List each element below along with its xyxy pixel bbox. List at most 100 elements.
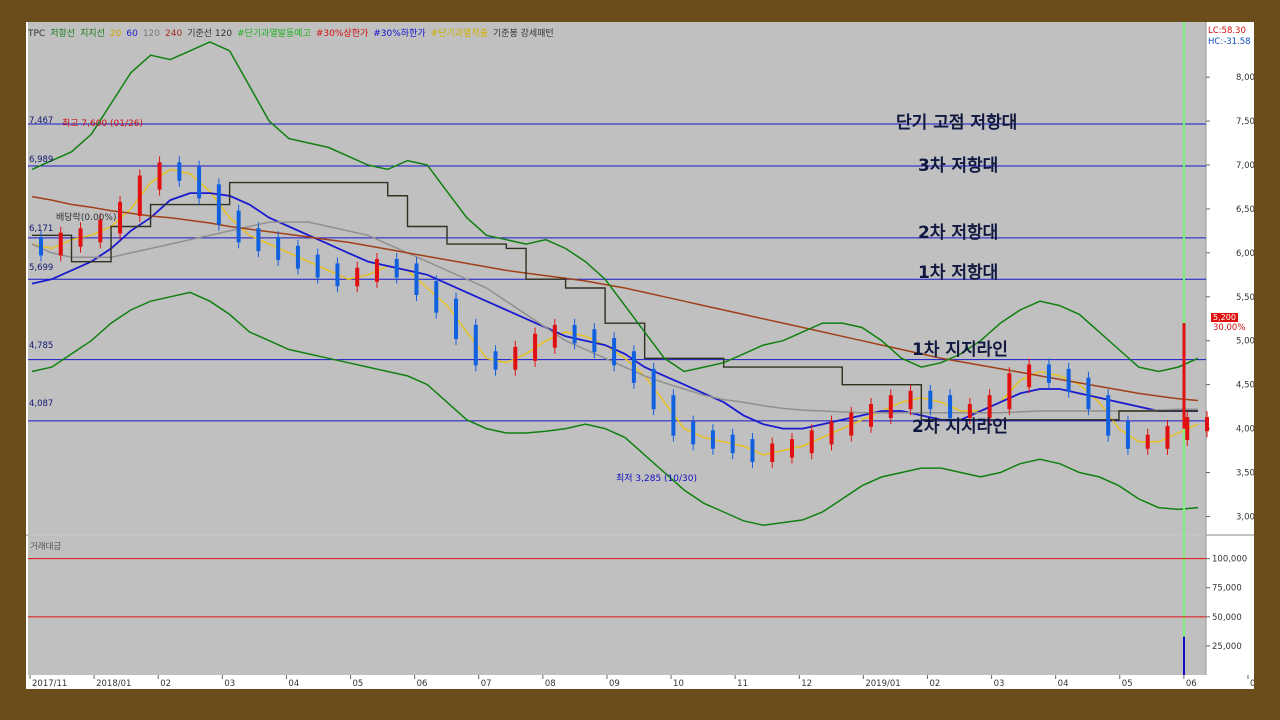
legend-item-6[interactable]: 240	[165, 29, 182, 39]
candle-body	[1027, 364, 1032, 388]
x-tick-label: 2019/01	[865, 679, 900, 689]
y-tick-label: 8,000	[1236, 73, 1254, 83]
candle-body	[691, 421, 696, 445]
x-tick-label: 05	[1122, 679, 1133, 689]
level-label-3: 6,171	[29, 224, 54, 234]
candle-body	[908, 390, 913, 410]
x-tick-label: 03	[224, 679, 235, 689]
y-tick-label: 5,000	[1236, 337, 1254, 347]
candle-body	[1007, 373, 1012, 410]
candle-body	[414, 263, 419, 296]
candle-body	[671, 395, 676, 436]
candle-body	[730, 434, 735, 454]
candle-body	[552, 324, 557, 348]
candle-body	[236, 210, 241, 243]
support-2-label: 2차 지지라인	[912, 417, 1008, 437]
candle-body	[592, 329, 597, 353]
legend-bar: TPC 저항선 지지선 20 60 120 240 기준선 120 #단기과열발동예고 #30%상…	[28, 26, 559, 40]
chart-frame: 8,000 7,500 7,000 6,500 6,000 5,500 5,000 4,500…	[26, 22, 1254, 689]
level-label-4: 5,699	[29, 263, 54, 273]
candle-body	[770, 443, 775, 462]
candle-body	[1165, 425, 1170, 449]
candle-body	[157, 162, 162, 190]
candle-body	[849, 412, 854, 436]
resistance-3-label: 3차 저항대	[918, 156, 999, 176]
legend-item-3[interactable]: 20	[110, 29, 121, 39]
legend-item-7[interactable]: 기준선 120	[187, 29, 232, 39]
high-note: 최고 7,600 (01/26)	[62, 119, 144, 129]
legend-item-9[interactable]: #30%상한가	[316, 29, 368, 39]
candle-body	[809, 430, 814, 454]
legend-item-8[interactable]: #단기과열발동예고	[237, 29, 311, 39]
candle-body	[276, 237, 281, 260]
volume-tick-label: 100,000	[1212, 555, 1247, 565]
x-tick-label: 11	[737, 679, 748, 689]
level-label-2: 6,989	[29, 155, 54, 165]
candle-body	[197, 166, 202, 199]
legend-item-2[interactable]: 지지선	[80, 29, 105, 39]
x-tick-label: 09	[609, 679, 620, 689]
candle-body	[394, 259, 399, 278]
candle-body	[869, 403, 874, 427]
candle-body	[572, 324, 577, 344]
candle-body	[1106, 395, 1111, 436]
y-tick-label: 6,000	[1236, 249, 1254, 259]
candle-body	[1205, 417, 1209, 432]
short-term-resistance-label: 단기 고점 저항대	[896, 113, 1018, 133]
candle-body	[493, 351, 498, 370]
level-label-1: 7,467	[29, 116, 54, 126]
x-tick-label: 2017/11	[32, 679, 67, 689]
y-tick-label: 5,500	[1236, 293, 1254, 303]
candle-body	[137, 175, 142, 216]
y-tick-label: 4,000	[1236, 425, 1254, 435]
x-tick-label: 06	[1186, 679, 1197, 689]
x-tick-label: 06/20	[1250, 679, 1254, 689]
support-1-label: 1차 지지라인	[912, 340, 1008, 360]
candle-body	[750, 439, 755, 462]
x-tick-label: 2018/01	[96, 679, 131, 689]
resistance-2-label: 2차 저항대	[918, 223, 999, 243]
y-tick-label: 3,000	[1236, 512, 1254, 522]
price-panel-bg	[28, 22, 1206, 534]
legend-item-11[interactable]: #단기과열적출	[431, 29, 488, 39]
legend-item-0[interactable]: TPC	[28, 29, 45, 39]
x-tick-label: 04	[1058, 679, 1069, 689]
volume-bar-current	[1183, 636, 1185, 675]
legend-item-1[interactable]: 저항선	[50, 29, 75, 39]
candle-body	[829, 421, 834, 445]
candle-body	[216, 184, 221, 225]
x-tick-label: 12	[801, 679, 812, 689]
candle-body	[651, 368, 656, 410]
candle-body	[513, 346, 518, 370]
legend-item-12[interactable]: 기준봉 강세패턴	[493, 29, 554, 39]
candle-body	[39, 237, 43, 256]
resistance-1-label: 1차 저항대	[918, 263, 999, 283]
current-price-box: 5,200	[1211, 313, 1238, 322]
y-tick-label: 4,500	[1236, 381, 1254, 391]
candle-body	[1125, 421, 1130, 449]
price-chart: 8,000 7,500 7,000 6,500 6,000 5,500 5,000 4,500…	[26, 22, 1254, 689]
candle-body	[315, 254, 320, 278]
candle-body	[58, 232, 63, 256]
y-tick-label: 7,500	[1236, 117, 1254, 127]
candle-body	[888, 395, 893, 419]
legend-item-4[interactable]: 60	[126, 29, 137, 39]
candle-body	[1185, 417, 1190, 440]
legend-item-10[interactable]: #30%하한가	[373, 29, 425, 39]
y-tick-label: 6,500	[1236, 205, 1254, 215]
candle-body	[374, 259, 379, 282]
candle-body	[295, 245, 300, 269]
candle-body	[1086, 377, 1091, 410]
x-tick-label: 10	[673, 679, 684, 689]
legend-item-5[interactable]: 120	[143, 29, 160, 39]
candle-body	[928, 390, 933, 410]
x-tick-label: 08	[545, 679, 556, 689]
current-change: 30.00%	[1213, 323, 1246, 333]
x-tick-label: 04	[288, 679, 299, 689]
candle-body	[118, 201, 123, 234]
x-tick-label: 03	[994, 679, 1005, 689]
x-tick-label: 06	[417, 679, 428, 689]
candle-body	[78, 228, 83, 247]
volume-tick-label: 25,000	[1212, 642, 1242, 652]
x-tick-label: 02	[160, 679, 171, 689]
